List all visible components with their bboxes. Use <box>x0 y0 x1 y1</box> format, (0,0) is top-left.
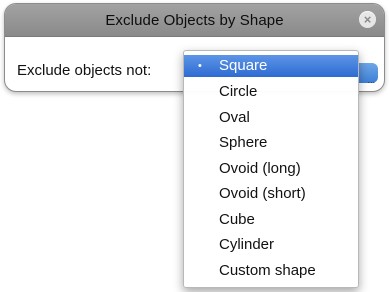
selected-bullet-icon: • <box>198 60 202 72</box>
menu-item-circle[interactable]: Circle <box>184 79 358 105</box>
popup-ellipsis: ... <box>367 75 375 85</box>
dialog-title: Exclude Objects by Shape <box>105 11 284 29</box>
close-icon[interactable]: × <box>359 11 376 28</box>
menu-item-label: Square <box>219 57 268 74</box>
menu-item-oval[interactable]: Oval <box>184 105 358 131</box>
menu-item-label: Sphere <box>219 134 268 151</box>
screen: Exclude Objects by Shape × Exclude objec… <box>0 0 389 292</box>
menu-item-square[interactable]: • Square <box>184 55 358 77</box>
menu-item-cylinder[interactable]: Cylinder <box>184 232 358 258</box>
menu-item-label: Cylinder <box>219 236 275 253</box>
shape-dropdown-menu: • Square Circle Oval Sphere Ovoid (long)… <box>183 50 359 288</box>
menu-item-sphere[interactable]: Sphere <box>184 130 358 156</box>
menu-item-label: Cube <box>219 210 255 228</box>
menu-item-ovoid-long[interactable]: Ovoid (long) <box>184 156 358 182</box>
menu-item-ovoid-short[interactable]: Ovoid (short) <box>184 181 358 207</box>
menu-item-label: Oval <box>219 108 250 126</box>
menu-item-label: Ovoid (short) <box>219 185 306 202</box>
exclude-label: Exclude objects not: <box>17 62 152 79</box>
menu-item-label: Circle <box>219 83 258 100</box>
menu-item-cube[interactable]: Cube <box>184 207 358 233</box>
menu-item-label: Ovoid (long) <box>219 159 301 177</box>
menu-item-label: Custom shape <box>219 261 316 279</box>
title-bar[interactable]: Exclude Objects by Shape × <box>5 4 384 37</box>
menu-item-custom-shape[interactable]: Custom shape <box>184 258 358 284</box>
